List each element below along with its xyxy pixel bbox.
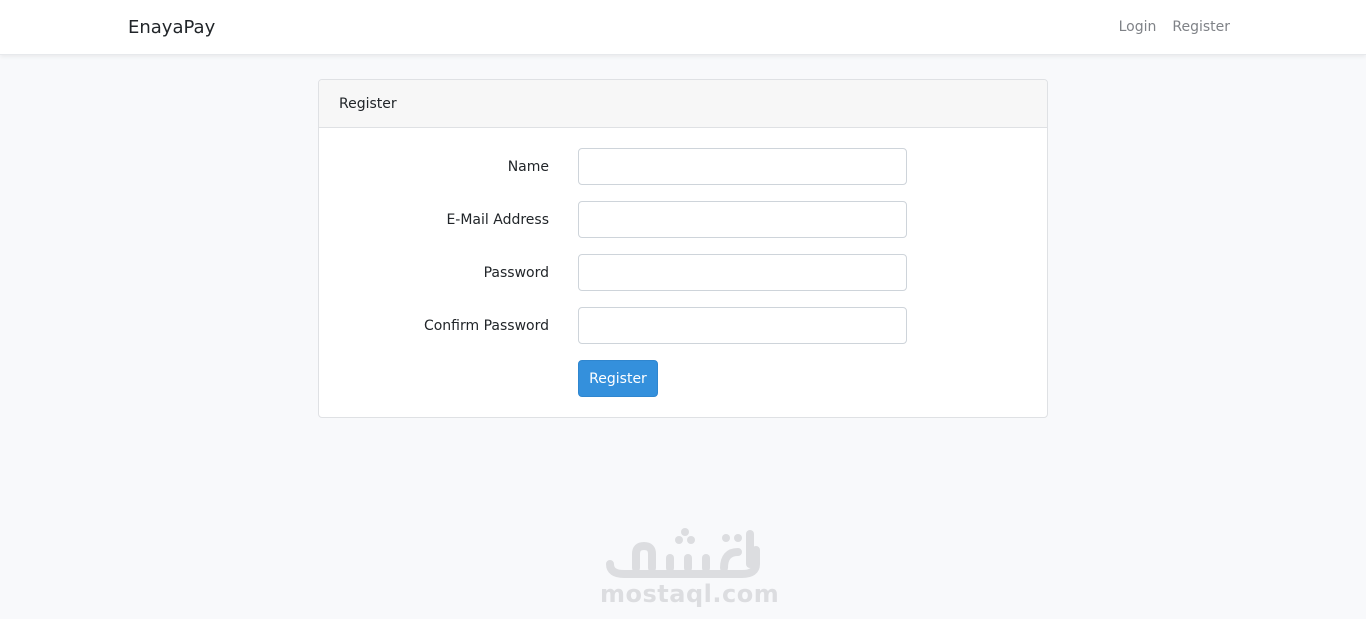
email-label: E-Mail Address bbox=[446, 211, 549, 228]
register-link[interactable]: Register bbox=[1172, 18, 1230, 36]
mostaql-logo-icon bbox=[606, 528, 760, 578]
confirm-password-input[interactable] bbox=[578, 307, 907, 344]
card-header: Register bbox=[319, 80, 1047, 128]
name-label: Name bbox=[507, 158, 549, 175]
register-card: Register Name E-Mail Address Password Co… bbox=[318, 79, 1048, 418]
watermark: mostaql.com bbox=[600, 528, 780, 608]
name-row: Name bbox=[319, 148, 1047, 186]
password-input[interactable] bbox=[578, 254, 907, 291]
password-label: Password bbox=[483, 264, 549, 281]
name-input[interactable] bbox=[578, 148, 907, 185]
top-navbar: EnayaPay Login Register bbox=[0, 0, 1366, 55]
nav-links: Login Register bbox=[1119, 18, 1230, 36]
email-row: E-Mail Address bbox=[319, 201, 1047, 239]
confirm-password-label: Confirm Password bbox=[423, 317, 549, 334]
login-link[interactable]: Login bbox=[1119, 18, 1157, 36]
watermark-text: mostaql.com bbox=[600, 580, 780, 608]
confirm-password-row: Confirm Password bbox=[319, 307, 1047, 345]
register-button[interactable]: Register bbox=[578, 360, 658, 397]
email-input[interactable] bbox=[578, 201, 907, 238]
brand-link[interactable]: EnayaPay bbox=[128, 16, 215, 40]
password-row: Password bbox=[319, 254, 1047, 292]
